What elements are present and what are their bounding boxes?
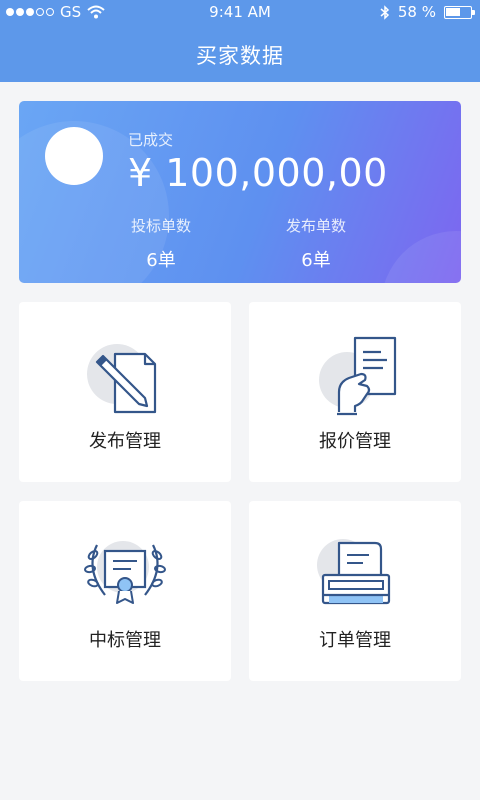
award-certificate-icon [84, 541, 166, 604]
avatar[interactable] [45, 127, 103, 185]
winning-bid-management-card[interactable]: 中标管理 [19, 501, 231, 681]
summary-card: 已成交 ¥ 100,000,00 投标单数 6单 发布单数 6单 [19, 101, 461, 283]
status-bar: GS 9:41 AM 58 % [0, 0, 480, 24]
publish-management-label: 发布管理 [89, 431, 161, 452]
stat-publish-count: 发布单数 6单 [256, 215, 376, 272]
deal-amount: ¥ 100,000,00 [128, 151, 388, 195]
stat-value: 6单 [146, 250, 176, 271]
publish-management-card[interactable]: 发布管理 [19, 302, 231, 482]
hand-document-icon [319, 336, 397, 416]
order-management-label: 订单管理 [319, 630, 391, 651]
stat-label: 投标单数 [130, 217, 191, 235]
page-title: 买家数据 [196, 44, 284, 68]
pen-document-icon [87, 344, 157, 414]
stat-value: 6单 [301, 250, 331, 271]
battery-icon [444, 5, 475, 19]
stat-bid-count: 投标单数 6单 [101, 215, 221, 272]
quote-management-label: 报价管理 [319, 431, 391, 452]
status-right: 58 % [380, 3, 475, 21]
quote-management-card[interactable]: 报价管理 [249, 302, 461, 482]
decorative-bubble [381, 231, 461, 283]
battery-percent: 58 % [397, 3, 436, 21]
header: GS 9:41 AM 58 % 买家数据 [0, 0, 480, 82]
order-management-card[interactable]: 订单管理 [249, 501, 461, 681]
stat-label: 发布单数 [285, 217, 346, 235]
winning-bid-management-label: 中标管理 [89, 630, 161, 651]
bluetooth-icon [380, 4, 389, 20]
printer-icon [317, 539, 391, 605]
deal-label: 已成交 [128, 131, 174, 149]
battery-fill [446, 7, 460, 16]
